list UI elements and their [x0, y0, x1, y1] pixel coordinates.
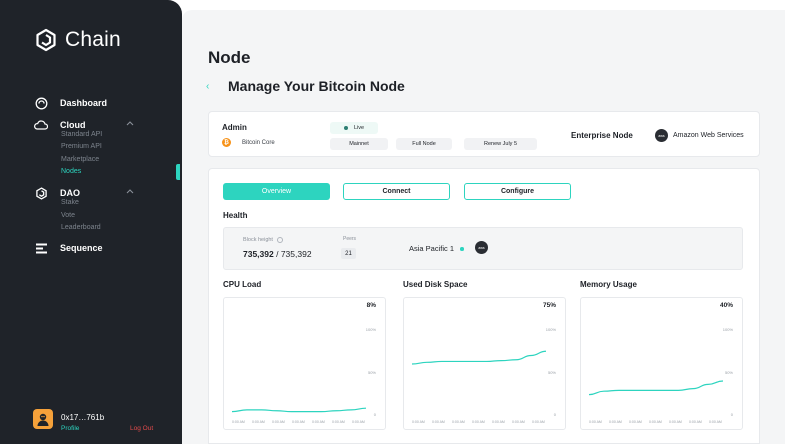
back-chevron-icon[interactable]: ‹	[206, 81, 209, 92]
metric-line-chart	[588, 380, 724, 396]
bitcoin-icon: ₿	[222, 138, 231, 147]
sidebar-item-vote[interactable]: Vote	[61, 212, 75, 219]
sidebar-item-dao[interactable]: DAO	[34, 186, 80, 200]
x-tick-label: 0:00 AM	[532, 420, 545, 424]
tab-overview[interactable]: Overview	[223, 183, 330, 200]
peers-label: Peers	[343, 236, 357, 242]
profile-link[interactable]: Profile	[61, 425, 79, 432]
series-line	[588, 380, 724, 396]
status-label: Live	[353, 125, 365, 131]
brand-logo[interactable]: Chain	[34, 28, 121, 52]
x-tick-label: 0:00 AM	[412, 420, 425, 424]
sidebar-item-label: Dashboard	[60, 98, 108, 108]
node-info-card: Admin ₿ Bitcoin Core Live Mainnet Full N…	[208, 111, 760, 157]
aws-logo-icon: aws	[655, 129, 668, 142]
x-tick-label: 0:00 AM	[292, 420, 305, 424]
series-line	[231, 407, 367, 413]
cpu-load-title: CPU Load	[223, 280, 262, 289]
x-tick-label: 0:00 AM	[432, 420, 445, 424]
x-tick-label: 0:00 AM	[492, 420, 505, 424]
logout-link[interactable]: Log Out	[130, 425, 153, 432]
sidebar-item-standard-api[interactable]: Standard API	[61, 131, 102, 138]
page-subtitle: Manage Your Bitcoin Node	[228, 78, 405, 94]
chevron-up-icon[interactable]	[126, 188, 134, 194]
health-panel: Block height 735,392 / 735,392 Peers 21 …	[223, 227, 743, 270]
chain-logo-icon	[36, 28, 56, 52]
chain-label: Bitcoin Core	[242, 140, 275, 146]
chevron-up-icon[interactable]	[126, 120, 134, 126]
dashboard-icon	[34, 96, 48, 110]
region-label: Asia Pacific 1	[409, 244, 455, 253]
x-tick-label: 0:00 AM	[232, 420, 245, 424]
x-tick-label: 0:00 AM	[709, 420, 722, 424]
x-tick-label: 0:00 AM	[452, 420, 465, 424]
aws-logo-icon: aws	[475, 241, 488, 254]
x-tick-label: 0:00 AM	[472, 420, 485, 424]
memory-usage-title: Memory Usage	[580, 280, 637, 289]
x-tick-label: 0:00 AM	[512, 420, 525, 424]
app-window: Chain Dashboard Cloud Standard API Premi…	[0, 0, 785, 444]
avatar[interactable]	[33, 409, 53, 429]
x-tick-label: 0:00 AM	[252, 420, 265, 424]
dao-icon	[34, 186, 48, 200]
metric-line-chart	[411, 350, 547, 365]
cpu-load-chart: 8% 100% 50% 0 0:00 AM 0:00 AM 0:00 AM 0:00 …	[223, 297, 386, 430]
peers-count: 21	[341, 248, 356, 259]
disk-space-title: Used Disk Space	[403, 280, 468, 289]
region-status-dot-icon	[460, 247, 464, 251]
tab-configure[interactable]: Configure	[464, 183, 571, 200]
sequence-icon	[34, 241, 48, 255]
admin-label: Admin	[222, 123, 247, 132]
info-icon[interactable]	[276, 237, 283, 243]
memory-usage-chart: 40% 100% 50% 0 0:00 AM 0:00 AM 0:00 AM 0:00…	[580, 297, 743, 430]
block-height-value: 735,392 / 735,392	[243, 249, 312, 259]
x-tick-label: 0:00 AM	[352, 420, 365, 424]
sidebar: Chain Dashboard Cloud Standard API Premi…	[0, 0, 182, 444]
sidebar-item-label: DAO	[60, 188, 80, 198]
renew-badge[interactable]: Renew July 5	[464, 138, 537, 150]
sidebar-item-label: Cloud	[60, 120, 86, 130]
x-tick-label: 0:00 AM	[272, 420, 285, 424]
plan-label: Enterprise Node	[571, 131, 633, 140]
node-details-card: Overview Connect Configure Health Block …	[208, 168, 760, 444]
sidebar-item-sequence[interactable]: Sequence	[34, 241, 103, 255]
x-tick-label: 0:00 AM	[589, 420, 602, 424]
active-indicator	[176, 164, 180, 180]
x-tick-label: 0:00 AM	[649, 420, 662, 424]
cloud-icon	[34, 118, 48, 132]
user-avatar-icon	[37, 413, 49, 426]
sidebar-item-dashboard[interactable]: Dashboard	[34, 96, 107, 110]
brand-name: Chain	[65, 28, 121, 51]
metric-line-chart	[231, 407, 367, 413]
status-dot-icon	[343, 126, 348, 130]
status-badge: Live	[330, 122, 378, 134]
tab-connect[interactable]: Connect	[343, 183, 450, 200]
node-type-badge: Full Node	[396, 138, 452, 150]
sidebar-item-stake[interactable]: Stake	[61, 199, 79, 206]
health-heading: Health	[223, 211, 248, 220]
wallet-address: 0x17…761b	[61, 413, 105, 422]
sidebar-item-marketplace[interactable]: Marketplace	[61, 156, 99, 163]
sidebar-item-label: Sequence	[60, 243, 103, 253]
sidebar-item-premium-api[interactable]: Premium API	[61, 143, 102, 150]
x-tick-label: 0:00 AM	[609, 420, 622, 424]
main-content: Node ‹ Manage Your Bitcoin Node Admin ₿ …	[182, 10, 785, 444]
x-tick-label: 0:00 AM	[332, 420, 345, 424]
sidebar-item-nodes[interactable]: Nodes	[61, 168, 81, 175]
series-line	[411, 350, 547, 365]
provider-label: Amazon Web Services	[673, 132, 744, 139]
block-height-label-text: Block height	[243, 237, 273, 243]
x-tick-label: 0:00 AM	[689, 420, 702, 424]
disk-space-chart: 75% 100% 50% 0 0:00 AM 0:00 AM 0:00 AM 0:00…	[403, 297, 566, 430]
x-tick-label: 0:00 AM	[629, 420, 642, 424]
x-tick-label: 0:00 AM	[312, 420, 325, 424]
block-height-current: 735,392	[243, 249, 274, 259]
block-height-total: / 735,392	[273, 249, 312, 259]
network-badge: Mainnet	[330, 138, 388, 150]
sidebar-item-leaderboard[interactable]: Leaderboard	[61, 224, 101, 231]
x-tick-label: 0:00 AM	[669, 420, 682, 424]
sidebar-item-cloud[interactable]: Cloud	[34, 118, 86, 132]
block-height-label: Block height	[243, 237, 283, 243]
page-title: Node	[208, 48, 251, 67]
